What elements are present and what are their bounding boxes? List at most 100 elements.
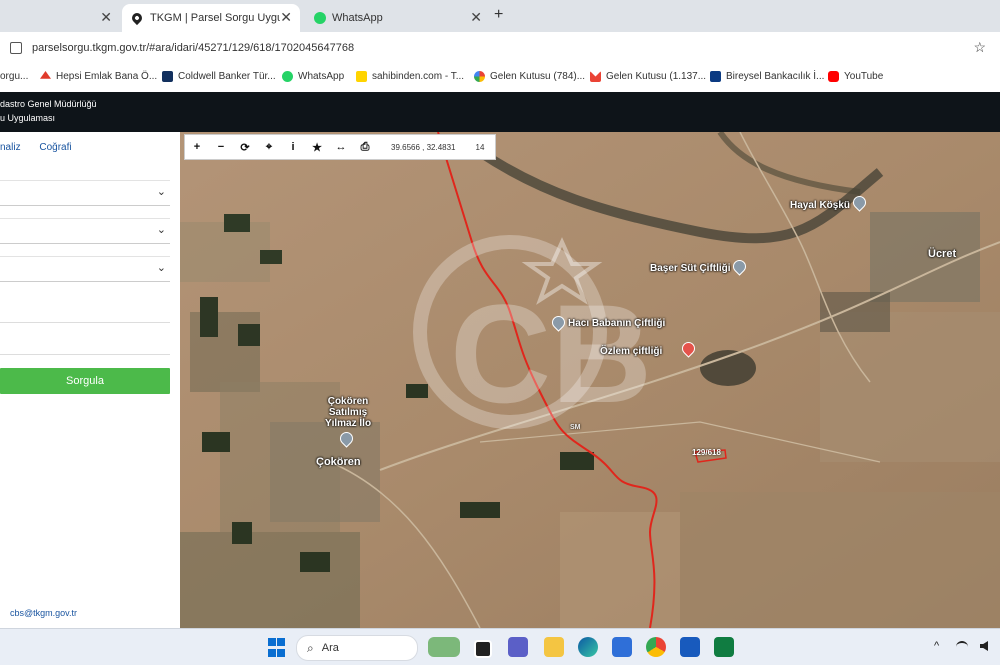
bank-icon <box>710 71 721 82</box>
widgets-icon[interactable] <box>428 637 460 657</box>
word-icon[interactable] <box>680 637 700 657</box>
bookmark-item[interactable]: YouTube <box>828 71 883 82</box>
tab-analysis[interactable]: naliz <box>0 142 21 153</box>
place-label[interactable]: Başer Süt Çiftliği <box>650 263 731 274</box>
panel-tabs: naliz Coğrafi <box>0 142 88 153</box>
bookmark-label: WhatsApp <box>298 71 345 82</box>
locate-button[interactable]: ⌖ <box>257 141 281 154</box>
place-label[interactable]: Çokören Satılmış Yılmaz İlo <box>318 396 378 429</box>
file-explorer-icon[interactable] <box>544 637 564 657</box>
location-pin-icon <box>129 10 145 26</box>
place-label[interactable]: Ücret <box>928 248 956 260</box>
coordinate-readout: 39.6566 , 32.4831 <box>391 142 456 152</box>
favorite-button[interactable]: ★ <box>305 141 329 154</box>
task-view-icon[interactable] <box>474 640 492 658</box>
bookmark-item[interactable]: Coldwell Banker Tür... <box>162 71 276 82</box>
contact-email[interactable]: cbs@tkgm.gov.tr <box>10 608 77 618</box>
bookmark-label: Bireysel Bankacılık İ... <box>726 71 825 82</box>
chevron-down-icon: ⌄ <box>156 186 166 198</box>
parcel-label[interactable]: 129/618 <box>692 448 721 457</box>
place-label[interactable]: Hacı Babanın Çiftliği <box>568 318 665 329</box>
bookmark-item[interactable]: sahibinden.com - T... <box>356 71 464 82</box>
chevron-down-icon: ⌄ <box>156 224 166 236</box>
map-imagery: CB <box>180 132 1000 628</box>
tab-title: TKGM | Parsel Sorgu Uygulaması <box>150 12 280 24</box>
road-label: SM <box>570 424 581 431</box>
province-select[interactable]: ⌄ <box>0 180 170 206</box>
tab-title: WhatsApp <box>332 12 383 24</box>
edge-icon[interactable] <box>578 637 598 657</box>
bookmark-item[interactable]: Bireysel Bankacılık İ... <box>710 71 824 82</box>
show-hidden-icons-icon[interactable]: ^ <box>934 640 939 652</box>
app-name: u Uygulaması <box>0 113 56 123</box>
bookmark-item[interactable]: Gelen Kutusu (1.137... <box>590 71 706 82</box>
bookmarks-bar: orgu... Hepsi Emlak Bana Ö... Coldwell B… <box>0 64 1000 93</box>
whatsapp-icon <box>314 12 326 24</box>
google-icon <box>474 71 485 82</box>
district-select[interactable]: ⌄ <box>0 218 170 244</box>
browser-tab[interactable]: WhatsApp ✕ <box>304 4 490 32</box>
refresh-button[interactable]: ⟳ <box>233 141 257 154</box>
place-label[interactable]: Özlem çiftliği <box>600 346 662 357</box>
query-button[interactable]: Sorgula <box>0 368 170 394</box>
info-button[interactable]: i <box>281 141 305 153</box>
windows-taskbar: ⌕ Ara ^ <box>0 628 1000 665</box>
browser-tab[interactable]: ✕ <box>0 4 120 32</box>
bookmark-item[interactable]: Hepsi Emlak Bana Ö... <box>40 71 157 82</box>
place-label[interactable]: Çokören <box>316 456 361 468</box>
bookmark-star-icon[interactable]: ☆ <box>973 39 986 56</box>
bookmark-label: Gelen Kutusu (784)... <box>490 71 586 82</box>
address-bar: parselsorgu.tkgm.gov.tr/#ara/idari/45271… <box>0 32 1000 64</box>
sahibinden-icon <box>356 71 367 82</box>
search-panel: naliz Coğrafi ⌄ ⌄ ⌄ Sorgula cbs@tkgm.gov… <box>0 132 181 628</box>
wifi-icon[interactable] <box>956 641 968 651</box>
site-settings-icon[interactable] <box>10 42 22 54</box>
bookmark-item[interactable]: orgu... <box>0 71 28 82</box>
search-placeholder: Ara <box>321 642 339 654</box>
excel-icon[interactable] <box>714 637 734 657</box>
measure-button[interactable]: ↔ <box>329 141 353 153</box>
tab-close-icon[interactable]: ✕ <box>280 9 292 26</box>
whatsapp-icon <box>282 71 293 82</box>
zoom-in-button[interactable]: + <box>185 141 209 153</box>
zoom-out-button[interactable]: − <box>209 141 233 153</box>
volume-icon[interactable] <box>980 641 988 651</box>
new-tab-button[interactable]: + <box>494 6 503 24</box>
taskbar-search[interactable]: ⌕ Ara <box>296 635 418 661</box>
chrome-icon[interactable] <box>646 637 666 657</box>
bookmark-label: orgu... <box>0 71 29 82</box>
agency-name: dastro Genel Müdürlüğü <box>0 99 97 109</box>
print-button[interactable]: ⎙ <box>353 141 377 154</box>
gmail-icon <box>590 71 601 82</box>
block-number-input[interactable] <box>0 294 170 323</box>
youtube-icon <box>828 71 839 82</box>
url-text[interactable]: parselsorgu.tkgm.gov.tr/#ara/idari/45271… <box>32 42 354 54</box>
bookmark-label: Hepsi Emlak Bana Ö... <box>56 71 158 82</box>
browser-tab-active[interactable]: TKGM | Parsel Sorgu Uygulaması ✕ <box>122 4 300 32</box>
bookmark-item[interactable]: Gelen Kutusu (784)... <box>474 71 585 82</box>
parcel-number-input[interactable] <box>0 326 170 355</box>
omnibox[interactable]: parselsorgu.tkgm.gov.tr/#ara/idari/45271… <box>4 36 994 60</box>
tab-close-icon[interactable]: ✕ <box>100 9 112 26</box>
windows-start-icon[interactable] <box>268 638 288 658</box>
chevron-down-icon: ⌄ <box>156 262 166 274</box>
tab-geographic[interactable]: Coğrafi <box>39 142 71 153</box>
store-icon[interactable] <box>612 637 632 657</box>
search-icon: ⌕ <box>307 640 314 655</box>
bookmark-label: Gelen Kutusu (1.137... <box>606 71 707 82</box>
browser-tab-strip: ✕ TKGM | Parsel Sorgu Uygulaması ✕ Whats… <box>0 0 1000 32</box>
zoom-level: 14 <box>475 142 485 152</box>
bookmark-item[interactable]: WhatsApp <box>282 71 344 82</box>
neighborhood-select[interactable]: ⌄ <box>0 256 170 282</box>
bookmark-label: Coldwell Banker Tür... <box>178 71 276 82</box>
bookmark-label: sahibinden.com - T... <box>372 71 465 82</box>
coldwell-icon <box>162 71 173 82</box>
place-label[interactable]: Hayal Köşkü <box>790 200 850 211</box>
map-toolbar: + − ⟳ ⌖ i ★ ↔ ⎙ 39.6566 , 32.4831 14 <box>184 134 496 160</box>
bookmark-label: YouTube <box>844 71 884 82</box>
satellite-map[interactable]: CB + − ⟳ ⌖ i ★ ↔ ⎙ 39.6566 , 32.4831 14 … <box>180 132 1000 628</box>
teams-icon[interactable] <box>508 637 528 657</box>
tab-close-icon[interactable]: ✕ <box>470 9 482 26</box>
app-header: dastro Genel Müdürlüğü u Uygulaması <box>0 92 1000 132</box>
hepsiemlak-icon <box>40 71 51 79</box>
